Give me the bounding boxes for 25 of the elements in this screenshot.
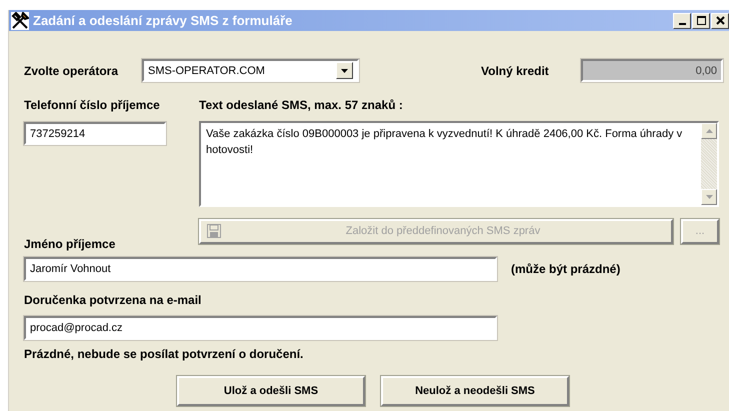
window-title: Zadání a odeslání zprávy SMS z formuláře [33,13,292,28]
tools-icon [11,12,29,30]
message-label: Text odeslané SMS, max. 57 znaků : [199,98,404,112]
message-field[interactable]: Vaše zakázka číslo 09B000003 je připravena k vyzvednutí! K úhradě 2406,00 Kč. Forma úhrady v hotovosti! [199,121,719,207]
dialog-button[interactable]: Neulož a neodešli SMS [381,376,569,406]
email-note: Prázdné, nebude se posílat potvrzení o doručení. [24,347,304,361]
minimize-icon [678,22,686,24]
recipient-note: (může být prázdné) [511,262,620,276]
dialog-button[interactable]: Ulož a odešli SMS [177,376,365,406]
recipient-label: Jméno příjemce [24,237,116,251]
credit-label: Volný kredit [481,64,550,78]
phone-label: Telefonní číslo příjemce [24,98,161,112]
close-icon [716,16,724,25]
operator-label: Zvolte operátora [24,64,120,78]
close-button[interactable] [711,12,729,28]
email-label: Doručenka potvrzena na e-mail [24,293,202,307]
maximize-button[interactable] [692,12,710,28]
maximize-icon [696,16,706,25]
recipient-field[interactable]: Jaromír Vohnout [24,257,497,281]
operator-dropdown[interactable]: SMS-OPERATOR.COM [142,59,359,82]
email-field[interactable]: procad@procad.cz [24,316,497,340]
scrollbar-icon [701,123,717,205]
minimize-button[interactable] [673,12,691,28]
credit-field: 0,00 [581,59,723,82]
phone-field[interactable]: 737259214 [24,122,166,145]
